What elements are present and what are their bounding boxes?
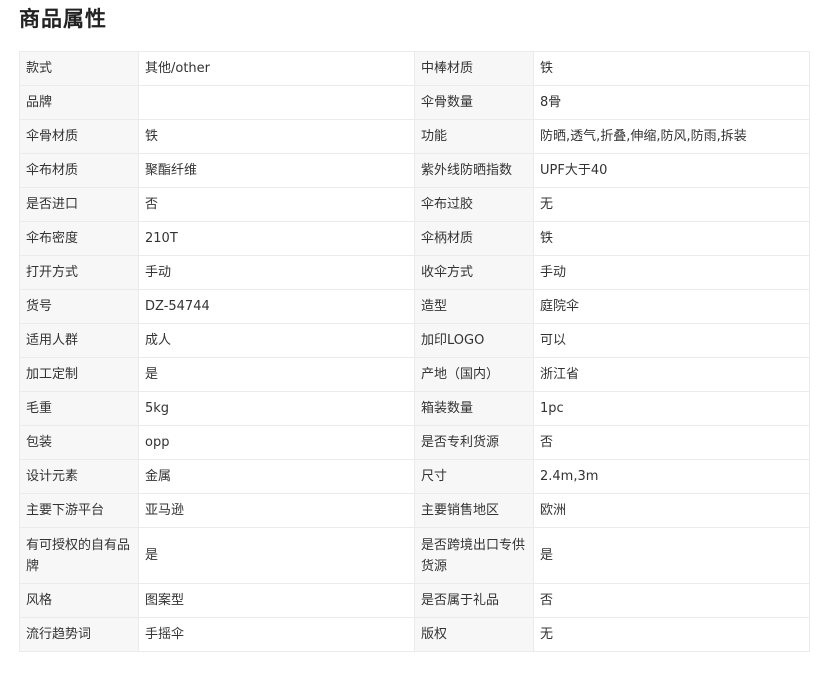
- attribute-value: 金属: [138, 459, 415, 494]
- attribute-key: 适用人群: [19, 323, 139, 358]
- attribute-row: 品牌 伞骨数量 8骨: [19, 85, 810, 120]
- attribute-value: 否: [533, 583, 810, 618]
- attribute-key: 伞布密度: [19, 221, 139, 256]
- attribute-value: 5kg: [138, 391, 415, 426]
- attribute-row: 打开方式 手动 收伞方式 手动: [19, 255, 810, 290]
- attribute-key: 收伞方式: [414, 255, 534, 290]
- attribute-key: 版权: [414, 617, 534, 652]
- attribute-row: 伞布密度 210T 伞柄材质 铁: [19, 221, 810, 256]
- attribute-key: 货号: [19, 289, 139, 324]
- attribute-value: 图案型: [138, 583, 415, 618]
- attribute-key: 是否属于礼品: [414, 583, 534, 618]
- attribute-value: 庭院伞: [533, 289, 810, 324]
- attribute-row: 流行趋势词 手摇伞 版权 无: [19, 617, 810, 652]
- attribute-key: 是否专利货源: [414, 425, 534, 460]
- attribute-row: 款式 其他/other 中棒材质 铁: [19, 51, 810, 86]
- attribute-row: 是否进口 否 伞布过胶 无: [19, 187, 810, 222]
- attribute-value: 无: [533, 187, 810, 222]
- attribute-key: 是否跨境出口专供货源: [414, 527, 534, 584]
- attribute-value: 手动: [533, 255, 810, 290]
- attribute-value: UPF大于40: [533, 153, 810, 188]
- attribute-value: 铁: [533, 221, 810, 256]
- attribute-row: 风格 图案型 是否属于礼品 否: [19, 583, 810, 618]
- attribute-value: opp: [138, 425, 415, 460]
- attribute-value: 浙江省: [533, 357, 810, 392]
- attribute-key: 伞布过胶: [414, 187, 534, 222]
- attribute-value: 手摇伞: [138, 617, 415, 652]
- attribute-key: 伞布材质: [19, 153, 139, 188]
- attribute-key: 产地（国内）: [414, 357, 534, 392]
- attribute-value: 可以: [533, 323, 810, 358]
- attribute-row: 主要下游平台 亚马逊 主要销售地区 欧洲: [19, 493, 810, 528]
- attribute-row: 包装 opp 是否专利货源 否: [19, 425, 810, 460]
- attribute-value: DZ-54744: [138, 289, 415, 324]
- attribute-key: 包装: [19, 425, 139, 460]
- attribute-row: 货号 DZ-54744 造型 庭院伞: [19, 289, 810, 324]
- attribute-value: 铁: [138, 119, 415, 154]
- attribute-value: 1pc: [533, 391, 810, 426]
- attribute-row: 伞布材质 聚酯纤维 紫外线防晒指数 UPF大于40: [19, 153, 810, 188]
- attribute-value: 铁: [533, 51, 810, 86]
- attribute-key: 伞骨数量: [414, 85, 534, 120]
- attribute-key: 箱装数量: [414, 391, 534, 426]
- attribute-row: 设计元素 金属 尺寸 2.4m,3m: [19, 459, 810, 494]
- attribute-value: 亚马逊: [138, 493, 415, 528]
- attribute-key: 加工定制: [19, 357, 139, 392]
- attribute-key: 伞柄材质: [414, 221, 534, 256]
- attribute-value: 手动: [138, 255, 415, 290]
- attribute-key: 加印LOGO: [414, 323, 534, 358]
- attribute-value: 欧洲: [533, 493, 810, 528]
- attribute-key: 尺寸: [414, 459, 534, 494]
- attribute-row: 适用人群 成人 加印LOGO 可以: [19, 323, 810, 358]
- attribute-key: 设计元素: [19, 459, 139, 494]
- attribute-row: 加工定制 是 产地（国内） 浙江省: [19, 357, 810, 392]
- attribute-key: 伞骨材质: [19, 119, 139, 154]
- attribute-key: 功能: [414, 119, 534, 154]
- attribute-value: 否: [533, 425, 810, 460]
- attribute-value: [138, 85, 415, 120]
- attribute-value: 2.4m,3m: [533, 459, 810, 494]
- attribute-key: 打开方式: [19, 255, 139, 290]
- attribute-value: 无: [533, 617, 810, 652]
- attribute-key: 款式: [19, 51, 139, 86]
- attribute-value: 防晒,透气,折叠,伸缩,防风,防雨,拆装: [533, 119, 810, 154]
- product-attributes-table: 款式 其他/other 中棒材质 铁 品牌 伞骨数量 8骨 伞骨材质 铁 功能 …: [19, 51, 810, 652]
- section-title: 商品属性: [19, 7, 107, 31]
- attribute-value: 是: [138, 357, 415, 392]
- attribute-key: 毛重: [19, 391, 139, 426]
- attribute-key: 主要下游平台: [19, 493, 139, 528]
- attribute-value: 成人: [138, 323, 415, 358]
- attribute-value: 是: [138, 527, 415, 584]
- attribute-value: 210T: [138, 221, 415, 256]
- attribute-key: 造型: [414, 289, 534, 324]
- attribute-key: 有可授权的自有品牌: [19, 527, 139, 584]
- attribute-value: 其他/other: [138, 51, 415, 86]
- attribute-key: 品牌: [19, 85, 139, 120]
- attribute-row: 有可授权的自有品牌 是 是否跨境出口专供货源 是: [19, 527, 810, 584]
- attribute-value: 是: [533, 527, 810, 584]
- attribute-key: 中棒材质: [414, 51, 534, 86]
- attribute-value: 否: [138, 187, 415, 222]
- attribute-row: 伞骨材质 铁 功能 防晒,透气,折叠,伸缩,防风,防雨,拆装: [19, 119, 810, 154]
- attribute-row: 毛重 5kg 箱装数量 1pc: [19, 391, 810, 426]
- attribute-value: 8骨: [533, 85, 810, 120]
- attribute-key: 是否进口: [19, 187, 139, 222]
- attribute-key: 风格: [19, 583, 139, 618]
- attribute-value: 聚酯纤维: [138, 153, 415, 188]
- attribute-key: 紫外线防晒指数: [414, 153, 534, 188]
- attribute-key: 主要销售地区: [414, 493, 534, 528]
- attribute-key: 流行趋势词: [19, 617, 139, 652]
